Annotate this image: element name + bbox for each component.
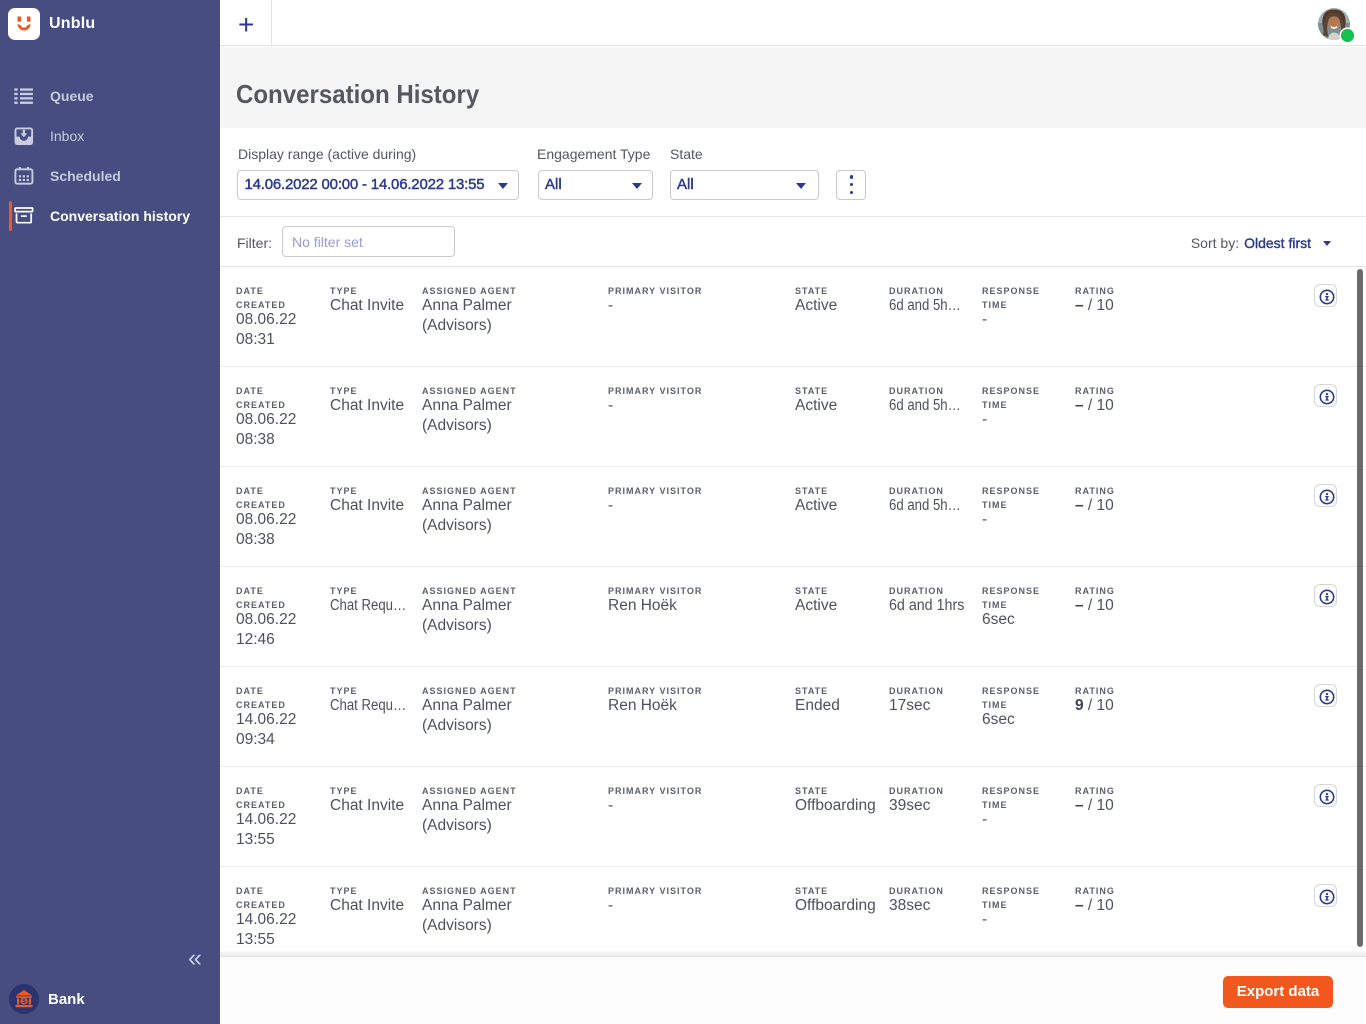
svg-text:$: $: [22, 998, 26, 1005]
